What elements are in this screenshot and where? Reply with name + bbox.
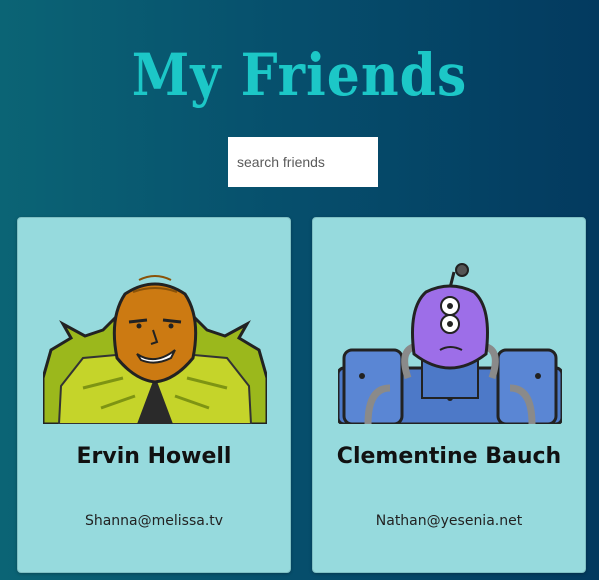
friend-card[interactable]: Ervin Howell Shanna@melissa.tv [17,217,291,573]
friend-card[interactable]: Clementine Bauch Nathan@yesenia.net [312,217,586,573]
page-title: My Friends [131,41,468,110]
friend-email: Shanna@melissa.tv [84,513,224,529]
robot-avatar-orange-icon [43,275,267,424]
friend-name: Clementine Bauch [336,444,562,469]
search-input[interactable] [228,137,378,187]
friend-name: Ervin Howell [76,444,232,469]
robot-avatar-purple-icon [338,263,562,424]
friend-email: Nathan@yesenia.net [375,513,523,529]
